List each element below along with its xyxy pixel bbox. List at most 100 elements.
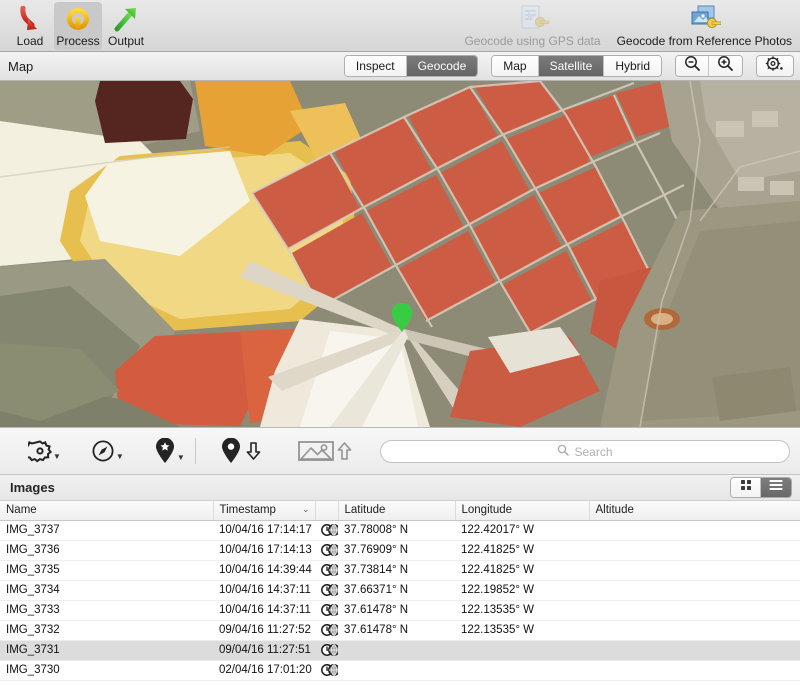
mode-segmented-control: Inspect Geocode — [343, 55, 479, 77]
column-header-badge[interactable] — [315, 501, 339, 521]
table-row[interactable]: IMG_3734 10/04/16 14:37:11 37.66371° N 122.… — [0, 580, 800, 601]
cell-altitude — [589, 540, 800, 561]
table-row[interactable]: IMG_3732 09/04/16 11:27:52 37.61478° N 122.… — [0, 620, 800, 641]
segment-hybrid[interactable]: Hybrid — [604, 56, 661, 76]
process-circle-icon — [64, 5, 92, 32]
toolbar-button-load[interactable]: Load — [6, 2, 54, 50]
place-marker-button[interactable]: ▼ — [154, 438, 185, 464]
cell-timestamp: 09/04/16 11:27:52 — [213, 620, 315, 641]
gear-options-button[interactable]: ▼ — [28, 439, 61, 463]
cell-altitude — [589, 640, 800, 661]
clock-globe-icon — [321, 664, 338, 676]
cell-timestamp: 02/04/16 17:01:20 — [213, 660, 315, 681]
gps-document-key-icon — [516, 5, 550, 32]
cell-longitude: 122.13535° W — [455, 600, 589, 621]
zoom-out-icon — [684, 56, 701, 76]
map-header-controls: Inspect Geocode Map Satellite Hybrid — [343, 55, 794, 77]
segment-map[interactable]: Map — [492, 56, 539, 76]
toolbar-button-process[interactable]: Process — [54, 2, 102, 50]
map-settings-button[interactable] — [756, 55, 794, 77]
column-header-longitude[interactable]: Longitude — [455, 501, 590, 521]
toolbar-button-output[interactable]: Output — [102, 2, 150, 50]
grid-view-button[interactable] — [731, 478, 761, 497]
cell-name: IMG_3737 — [0, 520, 213, 541]
list-view-button[interactable] — [761, 478, 791, 497]
cell-latitude: 37.66371° N — [338, 580, 455, 601]
pin-download-button[interactable] — [220, 438, 266, 464]
cell-latitude: 37.73814° N — [338, 560, 455, 581]
column-header-altitude[interactable]: Altitude — [589, 501, 800, 521]
toolbar-left-group: Load Process Output — [0, 0, 150, 50]
toolbar-button-geocode-gps[interactable]: Geocode using GPS data — [456, 2, 608, 50]
cell-altitude — [589, 560, 800, 581]
segment-inspect[interactable]: Inspect — [344, 56, 407, 76]
cell-altitude — [589, 580, 800, 601]
images-table-head: Name Timestamp ⌄ Latitude Longitude Alti… — [0, 501, 800, 521]
cell-geotag-badge — [315, 560, 338, 581]
images-table: Name Timestamp ⌄ Latitude Longitude Alti… — [0, 501, 800, 681]
segment-satellite[interactable]: Satellite — [538, 56, 605, 76]
column-header-timestamp-label: Timestamp — [219, 504, 276, 517]
satellite-map-view[interactable] — [0, 81, 800, 427]
cell-latitude: 37.61478° N — [338, 620, 455, 641]
compass-icon — [91, 439, 115, 463]
table-row[interactable]: IMG_3730 02/04/16 17:01:20 — [0, 660, 800, 681]
cell-geotag-badge — [315, 520, 338, 541]
cell-geotag-badge — [315, 640, 338, 661]
segment-geocode[interactable]: Geocode — [406, 56, 478, 76]
table-header-row: Name Timestamp ⌄ Latitude Longitude Alti… — [0, 501, 800, 521]
toolbar-label-load: Load — [16, 34, 44, 48]
green-map-pin[interactable] — [391, 303, 413, 333]
column-header-name[interactable]: Name — [0, 501, 214, 521]
toolbar-divider — [194, 438, 196, 464]
cell-longitude: 122.41825° W — [455, 560, 589, 581]
chevron-down-icon: ▼ — [176, 453, 185, 462]
cell-name: IMG_3732 — [0, 620, 213, 641]
cell-longitude — [455, 640, 589, 661]
cell-timestamp: 10/04/16 14:37:11 — [213, 600, 315, 621]
toolbar-button-geocode-reference[interactable]: Geocode from Reference Photos — [609, 2, 800, 50]
search-input[interactable]: Search — [380, 440, 790, 463]
table-row[interactable]: IMG_3731 09/04/16 11:27:51 — [0, 640, 800, 661]
column-header-timestamp[interactable]: Timestamp ⌄ — [213, 501, 316, 521]
cell-longitude — [455, 660, 589, 681]
reference-photos-key-icon — [687, 5, 722, 32]
cell-longitude: 122.13535° W — [455, 620, 589, 641]
gear-icon — [28, 439, 52, 463]
layer-segmented-control: Map Satellite Hybrid — [491, 55, 662, 77]
map-tool-bar: ▼ ▼ ▼ Search — [0, 427, 800, 475]
toolbar-label-process: Process — [56, 34, 100, 48]
clock-globe-icon — [321, 564, 338, 576]
table-row[interactable]: IMG_3737 10/04/16 17:14:17 37.78008° N 122.… — [0, 520, 800, 541]
table-row[interactable]: IMG_3735 10/04/16 14:39:44 37.73814° N 122.… — [0, 560, 800, 581]
cell-longitude: 122.19852° W — [455, 580, 589, 601]
cell-name: IMG_3730 — [0, 660, 213, 681]
pin-down-icon — [220, 438, 266, 464]
output-arrow-icon — [112, 5, 140, 32]
zoom-in-icon — [717, 56, 734, 76]
chevron-down-icon: ▼ — [115, 452, 124, 461]
cell-timestamp: 09/04/16 11:27:51 — [213, 640, 315, 661]
table-row[interactable]: IMG_3733 10/04/16 14:37:11 37.61478° N 122.… — [0, 600, 800, 621]
cell-geotag-badge — [315, 600, 338, 621]
search-field-wrapper: Search — [380, 440, 790, 463]
main-toolbar: Load Process Output Geocode using GPS da… — [0, 0, 800, 52]
load-arrow-icon — [16, 5, 44, 32]
toolbar-right-group: Geocode using GPS data Geocode from Refe… — [456, 2, 800, 50]
cell-name: IMG_3735 — [0, 560, 213, 581]
table-row[interactable]: IMG_3736 10/04/16 17:14:13 37.76909° N 122.… — [0, 540, 800, 561]
search-icon — [557, 444, 570, 459]
zoom-in-button[interactable] — [709, 56, 742, 76]
cell-altitude — [589, 600, 800, 621]
map-panel-title: Map — [8, 58, 34, 74]
zoom-out-button[interactable] — [676, 56, 709, 76]
cell-timestamp: 10/04/16 14:37:11 — [213, 580, 315, 601]
cell-altitude — [589, 620, 800, 641]
column-header-latitude[interactable]: Latitude — [338, 501, 456, 521]
photo-upload-button[interactable] — [297, 438, 354, 464]
compass-button[interactable]: ▼ — [91, 439, 124, 463]
images-panel-header: Images — [0, 475, 800, 501]
cell-latitude: 37.76909° N — [338, 540, 455, 561]
cell-name: IMG_3733 — [0, 600, 213, 621]
clock-globe-icon — [321, 644, 338, 656]
